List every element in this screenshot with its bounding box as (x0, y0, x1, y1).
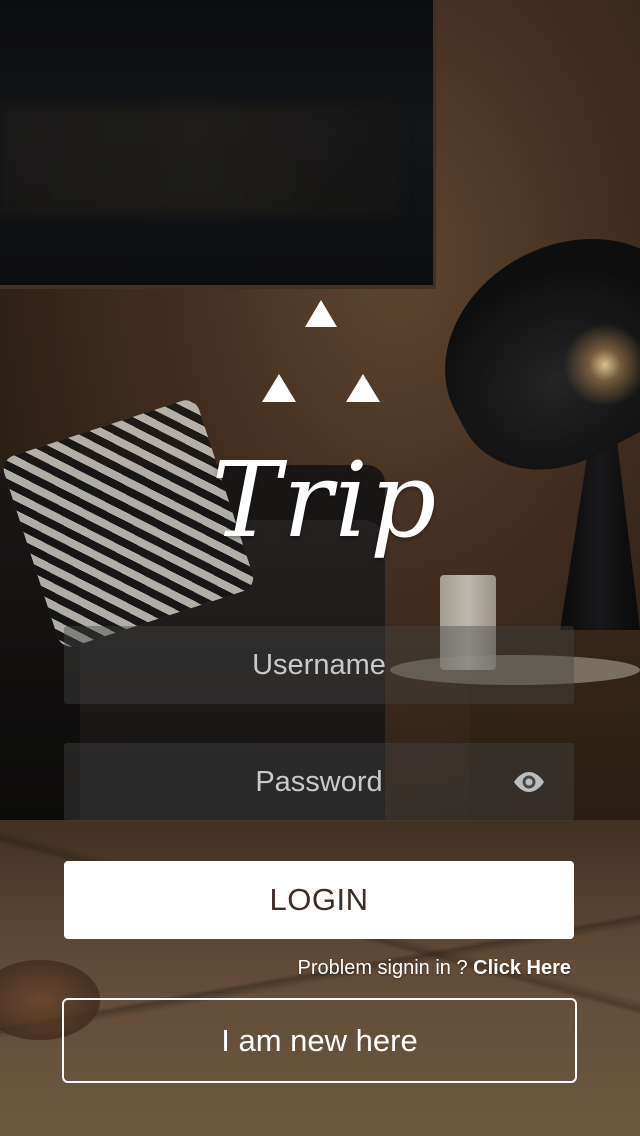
click-here-link[interactable]: Click Here (473, 957, 571, 979)
username-field-container (64, 626, 574, 704)
password-input[interactable] (64, 743, 574, 821)
login-screen: Trip LOGIN Problem signin in ? Click Her… (0, 0, 640, 1136)
logo-triangles-icon (262, 300, 380, 402)
problem-signin-row: Problem signin in ? Click Here (298, 955, 572, 981)
login-button[interactable]: LOGIN (64, 861, 574, 939)
new-user-button[interactable]: I am new here (62, 998, 577, 1083)
problem-signin-text: Problem signin in ? (297, 957, 474, 979)
password-field-container (64, 743, 574, 821)
app-logo-text: Trip (211, 439, 439, 561)
username-input[interactable] (64, 626, 574, 704)
eye-icon[interactable] (512, 767, 546, 797)
